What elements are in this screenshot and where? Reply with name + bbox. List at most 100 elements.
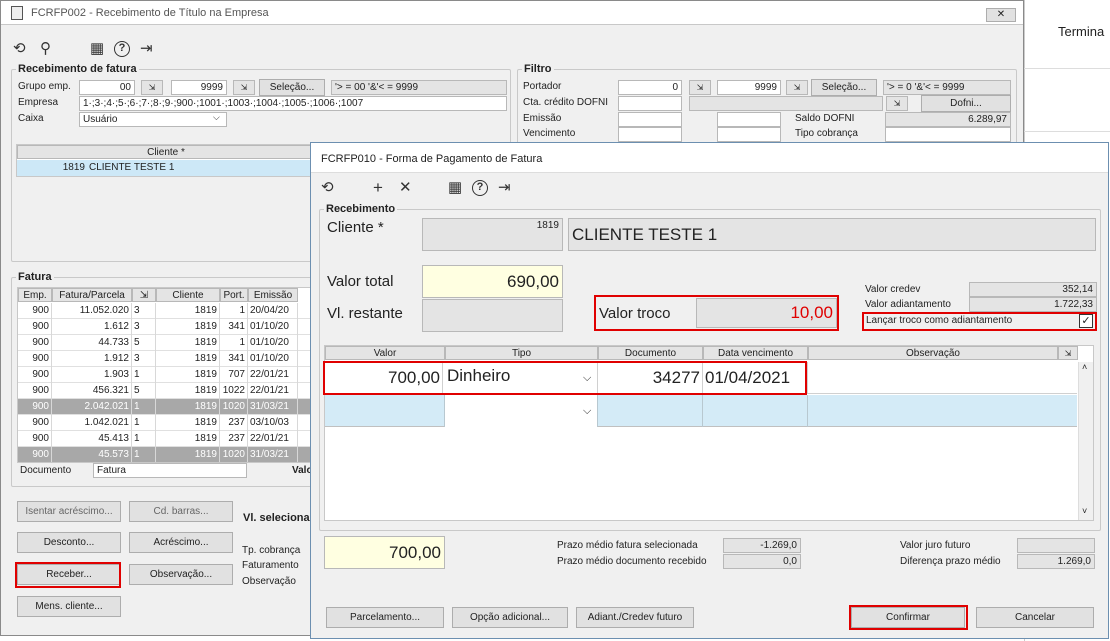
- caixa-select[interactable]: Usuário: [79, 112, 227, 127]
- fatura-cell-parc: 5: [132, 335, 156, 351]
- client-code: 1819: [62, 162, 85, 173]
- grid-col-documento[interactable]: Documento: [598, 346, 703, 360]
- refresh-icon[interactable]: ⟲: [321, 180, 334, 196]
- desconto-button[interactable]: Desconto...: [17, 532, 121, 553]
- fatura-row[interactable]: 900 44.733 5 1819 1 01/10/20: [18, 335, 328, 351]
- grid-new-row-data[interactable]: [703, 395, 808, 427]
- observacao-button[interactable]: Observação...: [129, 564, 233, 585]
- fatura-cell-cliente: 1819: [156, 415, 220, 431]
- close-icon: ✕: [996, 9, 1006, 20]
- grid-scrollbar[interactable]: ˄ ˅: [1078, 362, 1093, 520]
- parcelamento-button[interactable]: Parcelamento...: [326, 607, 444, 628]
- fatura-cell-parc: 1: [132, 431, 156, 447]
- fatura-row[interactable]: 900 1.912 3 1819 341 01/10/20: [18, 351, 328, 367]
- fatura-cell-port: 707: [220, 367, 248, 383]
- fatura-row[interactable]: 900 2.042.021 1 1819 1020 31/03/21: [18, 399, 328, 415]
- vencimento-from-input[interactable]: [618, 127, 682, 142]
- scroll-down-icon[interactable]: ˅: [1082, 506, 1087, 516]
- grupo-lookup-button-2[interactable]: ⇲: [233, 80, 255, 95]
- cliente-label: Cliente *: [327, 219, 384, 236]
- mens-cliente-button[interactable]: Mens. cliente...: [17, 596, 121, 617]
- delete-icon[interactable]: ✕: [399, 180, 412, 196]
- dialog-recebimento-title: Recebimento: [324, 203, 398, 215]
- fatura-row[interactable]: 900 45.413 1 1819 237 22/01/21: [18, 431, 328, 447]
- grupo-from-input[interactable]: 00: [79, 80, 135, 95]
- help-icon[interactable]: ?: [472, 180, 488, 196]
- exit-icon[interactable]: ⇥: [140, 41, 153, 57]
- acrescimo-button[interactable]: Acréscimo...: [129, 532, 233, 553]
- fatura-cell-fatura: 45.413: [52, 431, 132, 447]
- grid-config-button[interactable]: ⇲: [1058, 346, 1078, 360]
- calendar-icon[interactable]: ▦: [90, 41, 104, 57]
- calendar-icon[interactable]: ▦: [448, 180, 462, 196]
- portador-to-input[interactable]: 9999: [717, 80, 781, 95]
- fatura-cell-emp: 900: [18, 335, 52, 351]
- diferenca-prazo-label: Diferença prazo médio: [900, 556, 1001, 567]
- grid-col-valor[interactable]: Valor: [325, 346, 445, 360]
- exit-icon[interactable]: ⇥: [498, 180, 511, 196]
- grid-col-observacao[interactable]: Observação: [808, 346, 1058, 360]
- grupo-selecao-button[interactable]: Seleção...: [259, 79, 325, 96]
- emissao-from-input[interactable]: [618, 112, 682, 127]
- grid-row-observacao[interactable]: [808, 362, 1078, 394]
- vencimento-to-input[interactable]: [717, 127, 781, 142]
- fatura-cell-emp: 900: [18, 367, 52, 383]
- grid-col-data[interactable]: Data vencimento: [703, 346, 808, 360]
- fatura-cell-emissao: 31/03/21: [248, 447, 298, 462]
- portador-lookup-button-2[interactable]: ⇲: [786, 80, 808, 95]
- fatura-row[interactable]: 900 1.903 1 1819 707 22/01/21: [18, 367, 328, 383]
- cta-lookup-button[interactable]: ⇲: [886, 96, 908, 111]
- fatura-row[interactable]: 900 45.573 1 1819 1020 31/03/21: [18, 447, 328, 462]
- emissao-to-input[interactable]: [717, 112, 781, 127]
- valor-total-input[interactable]: 690,00: [422, 265, 563, 298]
- cta-credito-label: Cta. crédito DOFNI: [523, 97, 609, 108]
- empresa-label: Empresa: [18, 97, 59, 108]
- help-icon[interactable]: ?: [114, 41, 130, 57]
- fatura-cell-cliente: 1819: [156, 335, 220, 351]
- opcao-adicional-button[interactable]: Opção adicional...: [452, 607, 568, 628]
- fatura-cell-emissao: 03/10/03: [248, 415, 298, 431]
- col-emissao[interactable]: Emissão: [248, 288, 298, 302]
- fatura-row[interactable]: 900 1.042.021 1 1819 237 03/10/03: [18, 415, 328, 431]
- grupo-lookup-button[interactable]: ⇲: [141, 80, 163, 95]
- cta-credito-input[interactable]: [618, 96, 682, 111]
- refresh-icon[interactable]: ⟲: [13, 41, 26, 57]
- adiant-credev-button[interactable]: Adiant./Credev futuro: [576, 607, 694, 628]
- cancelar-button[interactable]: Cancelar: [976, 607, 1094, 628]
- grupo-to-input[interactable]: 9999: [171, 80, 227, 95]
- fatura-cell-cliente: 1819: [156, 383, 220, 399]
- add-icon[interactable]: +: [373, 179, 383, 196]
- grid-col-tipo[interactable]: Tipo: [445, 346, 598, 360]
- fatura-cell-fatura: 2.042.021: [52, 399, 132, 415]
- col-port[interactable]: Port.: [220, 288, 248, 302]
- portador-lookup-button[interactable]: ⇲: [689, 80, 711, 95]
- empresa-input[interactable]: 1·;3·;4·;5·;6·;7·;8·;9·;900·;1001·;1003·…: [79, 96, 507, 111]
- main-close-button[interactable]: ✕: [986, 8, 1016, 22]
- fatura-row[interactable]: 900 456.321 5 1819 1022 22/01/21: [18, 383, 328, 399]
- portador-selecao-button[interactable]: Seleção...: [811, 79, 877, 96]
- fatura-cell-port: 237: [220, 431, 248, 447]
- fatura-row[interactable]: 900 11.052.020 3 1819 1 20/04/20: [18, 303, 328, 319]
- grid-new-row-tipo[interactable]: [445, 395, 598, 427]
- col-cliente[interactable]: Cliente: [156, 288, 220, 302]
- portador-from-input[interactable]: 0: [618, 80, 682, 95]
- dofni-button[interactable]: Dofni...: [921, 95, 1011, 112]
- grid-new-row-documento[interactable]: [598, 395, 703, 427]
- col-fatura[interactable]: Fatura/Parcela: [52, 288, 132, 302]
- fatura-cell-emp: 900: [18, 351, 52, 367]
- total-valor-input[interactable]: 700,00: [324, 536, 445, 569]
- col-parc[interactable]: ⇲: [132, 288, 156, 302]
- fatura-row[interactable]: 900 1.612 3 1819 341 01/10/20: [18, 319, 328, 335]
- prazo-doc-label: Prazo médio documento recebido: [557, 556, 707, 567]
- grid-new-row-valor[interactable]: [325, 395, 445, 427]
- col-emp[interactable]: Emp.: [18, 288, 52, 302]
- scroll-up-icon[interactable]: ˄: [1082, 362, 1087, 372]
- cd-barras-button[interactable]: Cd. barras...: [129, 501, 233, 522]
- isentar-acrescimo-button[interactable]: Isentar acréscimo...: [17, 501, 121, 522]
- saldo-dofni-value: 6.289,97: [885, 112, 1011, 127]
- documento-input[interactable]: Fatura: [93, 463, 247, 478]
- client-row[interactable]: 1819 CLIENTE TESTE 1: [17, 160, 315, 176]
- search-icon[interactable]: ⚲: [40, 41, 51, 57]
- tipo-cobranca-select[interactable]: [885, 127, 1011, 142]
- grid-new-row[interactable]: ⌵: [325, 395, 1077, 427]
